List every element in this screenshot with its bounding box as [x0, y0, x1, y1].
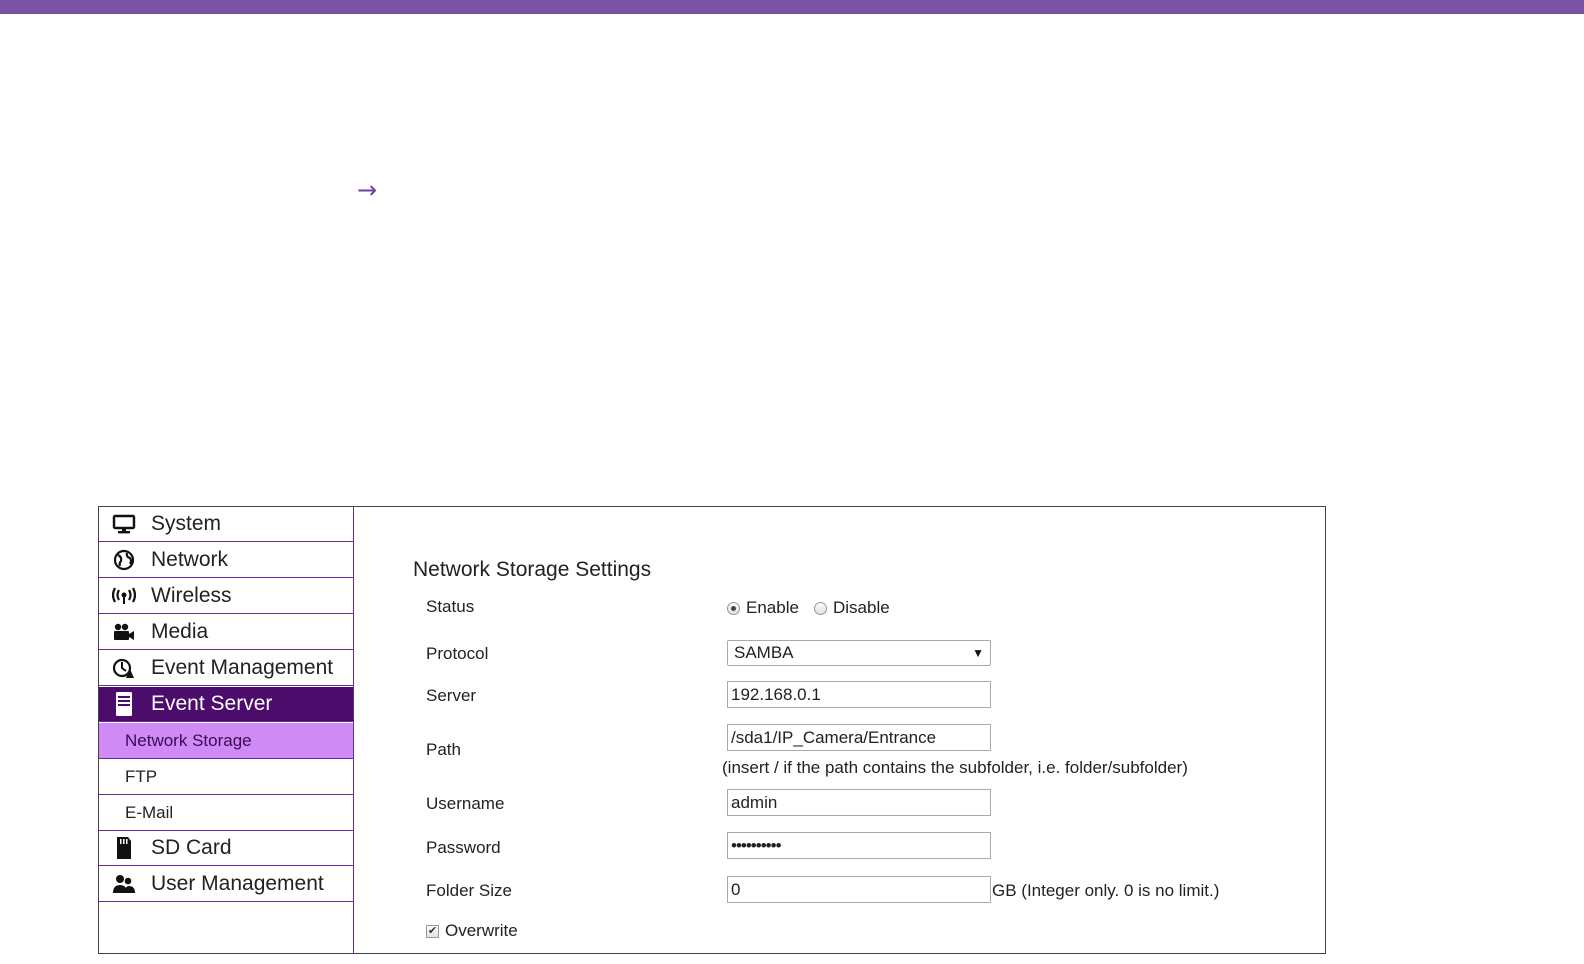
- username-input[interactable]: admin: [727, 789, 991, 816]
- event-management-icon: [111, 656, 137, 680]
- sidebar-item-label: Network: [151, 548, 229, 571]
- protocol-select[interactable]: SAMBA ▼: [727, 640, 991, 666]
- overwrite-label: Overwrite: [445, 921, 518, 940]
- folder-size-label: Folder Size: [426, 881, 512, 900]
- sidebar-item-sd-card[interactable]: SD Card: [99, 831, 353, 866]
- settings-panel: Network Storage Settings Status Enable D…: [354, 507, 1325, 953]
- globe-icon: [111, 548, 137, 572]
- sidebar-item-label: Wireless: [151, 584, 232, 607]
- radio-selected-indicator: [727, 601, 740, 615]
- media-icon: [111, 620, 137, 644]
- sidebar-item-label: System: [151, 512, 222, 535]
- sidebar-item-label: Media: [151, 620, 209, 643]
- sidebar-item-wireless[interactable]: Wireless: [99, 579, 353, 614]
- path-input[interactable]: /sda1/IP_Camera/Entrance: [727, 724, 991, 751]
- password-label: Password: [426, 838, 501, 857]
- sidebar-item-label: Event Server: [151, 692, 273, 715]
- path-hint: (insert / if the path contains the subfo…: [722, 758, 1188, 777]
- protocol-label: Protocol: [426, 644, 489, 663]
- sidebar-subitem-label: FTP: [125, 766, 158, 786]
- sidebar-item-event-server[interactable]: Event Server: [99, 687, 353, 722]
- sidebar-subitem-label: Network Storage: [125, 730, 252, 750]
- sidebar-item-media[interactable]: Media: [99, 615, 353, 650]
- monitor-icon: [111, 512, 137, 536]
- server-icon: [111, 692, 137, 716]
- path-label: Path: [426, 740, 461, 759]
- users-icon: [111, 872, 137, 896]
- status-enable-radio[interactable]: Enable: [727, 598, 799, 618]
- sidebar-item-network[interactable]: Network: [99, 543, 353, 578]
- sidebar: System Network Wireless Media Event Mana: [99, 507, 354, 953]
- sidebar-subitem-network-storage[interactable]: Network Storage: [99, 723, 353, 759]
- dropdown-caret-icon: ▼: [972, 646, 984, 660]
- wireless-icon: [111, 584, 137, 608]
- sidebar-subitem-label: E-Mail: [125, 802, 174, 822]
- server-input[interactable]: 192.168.0.1: [727, 681, 991, 708]
- right-arrow-icon: →: [357, 176, 378, 204]
- checkmark-icon: ✔: [426, 924, 439, 938]
- sidebar-item-system[interactable]: System: [99, 507, 353, 542]
- page-title: Network Storage Settings: [413, 558, 652, 581]
- settings-window: System Network Wireless Media Event Mana: [98, 506, 1326, 954]
- radio-unselected-indicator: [814, 601, 827, 615]
- status-disable-radio[interactable]: Disable: [814, 598, 890, 618]
- folder-size-hint: GB (Integer only. 0 is no limit.): [992, 881, 1220, 900]
- folder-size-input[interactable]: 0: [727, 876, 991, 903]
- sidebar-item-label: SD Card: [151, 836, 232, 859]
- username-label: Username: [426, 794, 505, 813]
- server-label: Server: [426, 686, 477, 705]
- sidebar-subitem-ftp[interactable]: FTP: [99, 759, 353, 795]
- protocol-selected-value: SAMBA: [734, 643, 794, 662]
- status-label: Status: [426, 597, 475, 616]
- sidebar-item-label: User Management: [151, 872, 324, 895]
- status-disable-label: Disable: [833, 598, 890, 617]
- password-input[interactable]: ••••••••••: [727, 832, 991, 859]
- sd-card-icon: [111, 836, 137, 860]
- sidebar-item-user-management[interactable]: User Management: [99, 867, 353, 902]
- sidebar-subitem-email[interactable]: E-Mail: [99, 795, 353, 831]
- top-accent-bar: [0, 0, 1584, 14]
- sidebar-item-event-management[interactable]: Event Management: [99, 651, 353, 686]
- status-enable-label: Enable: [746, 598, 799, 617]
- overwrite-checkbox[interactable]: ✔ Overwrite: [426, 921, 518, 941]
- sidebar-item-label: Event Management: [151, 656, 334, 679]
